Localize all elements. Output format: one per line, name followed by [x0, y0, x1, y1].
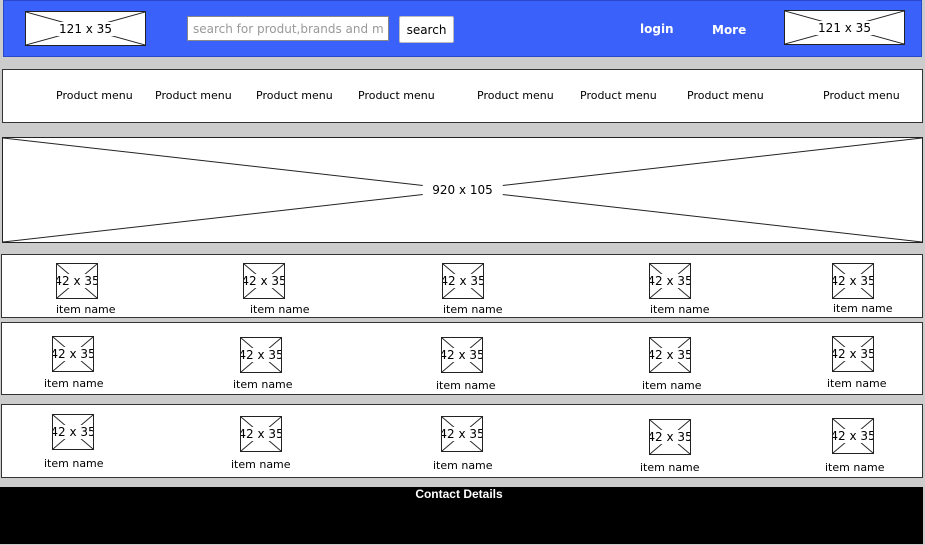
menu-item-3[interactable]: Product menu: [256, 89, 333, 102]
product-thumbnail[interactable]: 42 x 35: [240, 416, 282, 452]
thumbnail-label: 42 x 35: [241, 427, 281, 441]
thumbnail-label: 42 x 35: [57, 274, 97, 288]
product-thumbnail[interactable]: 42 x 35: [441, 337, 483, 373]
product-thumbnail[interactable]: 42 x 35: [52, 414, 94, 450]
search-button[interactable]: search: [399, 16, 454, 43]
product-thumbnail[interactable]: 42 x 35: [240, 337, 282, 373]
menu-item-4[interactable]: Product menu: [358, 89, 435, 102]
banner-placeholder-label: 920 x 105: [422, 183, 503, 197]
thumbnail-label: 42 x 35: [241, 348, 281, 362]
item-name[interactable]: item name: [443, 303, 503, 316]
banner-image[interactable]: 920 x 105: [2, 137, 923, 243]
item-name[interactable]: item name: [44, 377, 104, 390]
menu-item-7[interactable]: Product menu: [687, 89, 764, 102]
logo-image[interactable]: 121 x 35: [25, 11, 146, 46]
contact-details-title: Contact Details: [415, 487, 503, 501]
product-thumbnail[interactable]: 42 x 35: [649, 419, 691, 455]
item-name[interactable]: item name: [642, 379, 702, 392]
search-input[interactable]: [187, 16, 389, 41]
item-name[interactable]: item name: [44, 457, 104, 470]
menu-item-5[interactable]: Product menu: [477, 89, 554, 102]
thumbnail-label: 42 x 35: [833, 429, 873, 443]
product-thumbnail[interactable]: 42 x 35: [243, 263, 285, 299]
item-name[interactable]: item name: [650, 303, 710, 316]
item-name[interactable]: item name: [827, 377, 887, 390]
item-name[interactable]: item name: [436, 379, 496, 392]
thumbnail-label: 42 x 35: [442, 348, 482, 362]
cart-placeholder-label: 121 x 35: [815, 20, 874, 35]
thumbnail-label: 42 x 35: [53, 347, 93, 361]
item-name[interactable]: item name: [56, 303, 116, 316]
product-thumbnail[interactable]: 42 x 35: [832, 263, 874, 299]
item-name[interactable]: item name: [640, 461, 700, 474]
thumbnail-label: 42 x 35: [650, 430, 690, 444]
item-name[interactable]: item name: [231, 458, 291, 471]
thumbnail-label: 42 x 35: [244, 274, 284, 288]
product-thumbnail[interactable]: 42 x 35: [832, 336, 874, 372]
product-thumbnail[interactable]: 42 x 35: [52, 336, 94, 372]
item-name[interactable]: item name: [250, 303, 310, 316]
more-link[interactable]: More: [712, 23, 746, 37]
thumbnail-label: 42 x 35: [833, 347, 873, 361]
item-name[interactable]: item name: [825, 461, 885, 474]
login-link[interactable]: login: [640, 22, 674, 36]
thumbnail-label: 42 x 35: [650, 274, 690, 288]
product-menu-bar: [2, 69, 923, 123]
product-thumbnail[interactable]: 42 x 35: [441, 416, 483, 452]
logo-placeholder-label: 121 x 35: [56, 21, 115, 36]
cart-image[interactable]: 121 x 35: [784, 10, 905, 45]
thumbnail-label: 42 x 35: [443, 274, 483, 288]
thumbnail-label: 42 x 35: [442, 427, 482, 441]
item-name[interactable]: item name: [833, 302, 893, 315]
product-thumbnail[interactable]: 42 x 35: [649, 263, 691, 299]
product-thumbnail[interactable]: 42 x 35: [649, 337, 691, 373]
thumbnail-label: 42 x 35: [833, 274, 873, 288]
menu-item-1[interactable]: Product menu: [56, 89, 133, 102]
thumbnail-label: 42 x 35: [53, 425, 93, 439]
product-thumbnail[interactable]: 42 x 35: [56, 263, 98, 299]
menu-item-2[interactable]: Product menu: [155, 89, 232, 102]
product-thumbnail[interactable]: 42 x 35: [442, 263, 484, 299]
menu-item-6[interactable]: Product menu: [580, 89, 657, 102]
product-thumbnail[interactable]: 42 x 35: [832, 418, 874, 454]
menu-item-8[interactable]: Product menu: [823, 89, 900, 102]
item-name[interactable]: item name: [233, 378, 293, 391]
item-name[interactable]: item name: [433, 459, 493, 472]
thumbnail-label: 42 x 35: [650, 348, 690, 362]
